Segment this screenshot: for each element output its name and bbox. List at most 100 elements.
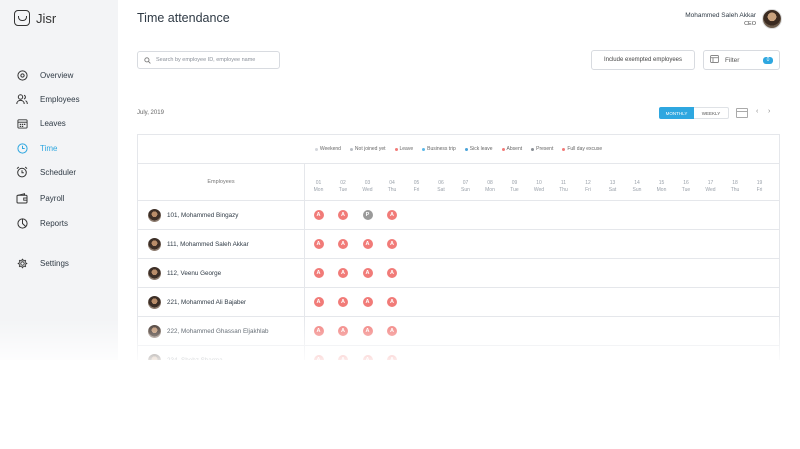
table-row[interactable]: 221, Mohammed Ali Bajaber A A A A bbox=[138, 288, 779, 317]
legend-item: Present bbox=[531, 146, 553, 152]
attendance-badge[interactable]: A bbox=[313, 297, 324, 307]
day-header: 10 Wed bbox=[528, 180, 551, 193]
attendance-badge[interactable]: A bbox=[362, 268, 373, 278]
employee-cell[interactable]: 221, Mohammed Ali Bajaber bbox=[138, 288, 305, 316]
days-header: 01 Mon 02 Tue 03 Wed 04 Thu 05 Fri 06 Sat 07 Sun 08 Mon… bbox=[305, 164, 779, 201]
sidebar-item-overview[interactable]: Overview bbox=[16, 69, 73, 81]
table-row[interactable]: 112, Veenu George A A A A bbox=[138, 259, 779, 288]
employee-name: 101, Mohammed Bingazy bbox=[167, 211, 239, 219]
next-arrow-icon[interactable]: › bbox=[768, 108, 770, 115]
include-exempted-button[interactable]: Include exempted employees bbox=[591, 50, 695, 70]
legend-dot-icon bbox=[531, 147, 535, 151]
attendance-badge[interactable]: P bbox=[362, 210, 373, 220]
view-toggle: MONTHLY WEEKLY bbox=[659, 107, 729, 119]
sidebar-item-time[interactable]: Time bbox=[16, 142, 57, 154]
attendance-badge[interactable]: A bbox=[387, 297, 397, 307]
attendance-badge[interactable]: A bbox=[362, 297, 373, 307]
day-of-week: Sat bbox=[608, 186, 617, 193]
legend-dot-icon bbox=[314, 147, 318, 151]
legend-label: Weekend bbox=[319, 146, 341, 152]
attendance-badge[interactable]: A bbox=[387, 268, 397, 278]
user-info: Mohammed Saleh Akkar CEO bbox=[685, 12, 756, 27]
legend-dot-icon bbox=[349, 147, 353, 151]
attendance-badge[interactable]: A bbox=[362, 239, 373, 249]
legend-item: Weekend bbox=[314, 146, 341, 152]
attendance-badge[interactable]: A bbox=[313, 210, 324, 220]
day-of-week: Mon bbox=[313, 186, 324, 193]
period-label: July, 2019 bbox=[137, 110, 164, 116]
filter-label: Filter bbox=[725, 56, 740, 64]
sidebar-item-scheduler[interactable]: Scheduler bbox=[16, 166, 76, 178]
sidebar-item-label: Overview bbox=[40, 70, 74, 80]
brand[interactable]: Jisr bbox=[14, 10, 56, 26]
avatar bbox=[148, 266, 161, 280]
attendance-badge[interactable]: A bbox=[338, 239, 348, 249]
attendance-badge[interactable]: A bbox=[338, 268, 348, 278]
day-of-week: Mon bbox=[485, 186, 495, 193]
day-header: 07 Sun bbox=[454, 180, 477, 193]
attendance-badge[interactable]: A bbox=[387, 210, 397, 220]
day-of-week: Wed bbox=[362, 186, 373, 193]
day-header: 08 Mon bbox=[479, 180, 502, 193]
day-of-week: Tue bbox=[681, 186, 691, 193]
search-box[interactable] bbox=[137, 51, 280, 69]
wallet-icon bbox=[16, 192, 28, 204]
legend-dot-icon bbox=[422, 147, 426, 151]
user-role: CEO bbox=[744, 20, 756, 27]
day-of-week: Wed bbox=[705, 186, 716, 193]
user-menu[interactable]: Mohammed Saleh Akkar CEO bbox=[685, 9, 782, 29]
employee-name: 221, Mohammed Ali Bajaber bbox=[167, 298, 247, 306]
sidebar-item-leaves[interactable]: Leaves bbox=[16, 117, 66, 129]
day-of-week: Fri bbox=[585, 186, 591, 193]
legend-item: Leave bbox=[394, 146, 414, 152]
day-header: 19 Fri bbox=[748, 180, 771, 193]
attendance-badge[interactable]: A bbox=[338, 297, 348, 307]
employees-column-header: Employees bbox=[138, 164, 305, 201]
day-header: 15 Mon bbox=[650, 180, 673, 193]
sidebar-item-settings[interactable]: Settings bbox=[16, 257, 69, 269]
sidebar-item-employees[interactable]: Employees bbox=[16, 93, 80, 105]
day-header: 01 Mon bbox=[307, 180, 330, 193]
attendance-badge[interactable]: A bbox=[313, 239, 324, 249]
calendar-picker-icon[interactable] bbox=[736, 108, 748, 118]
search-input[interactable] bbox=[156, 57, 274, 63]
day-header: 04 Thu bbox=[381, 180, 404, 193]
legend-label: Leave bbox=[399, 146, 414, 152]
day-header: 14 Sun bbox=[626, 180, 649, 193]
avatar[interactable] bbox=[762, 9, 782, 29]
employee-cell[interactable]: 112, Veenu George bbox=[138, 259, 305, 287]
filter-button[interactable]: Filter 0 bbox=[703, 50, 780, 70]
calendar-icon bbox=[16, 117, 28, 129]
day-header: 06 Sat bbox=[430, 180, 453, 193]
table-row[interactable]: 111, Mohammed Saleh Akkar A A A A bbox=[138, 230, 779, 259]
day-of-week: Sun bbox=[461, 186, 470, 193]
table-row[interactable]: 101, Mohammed Bingazy A A P A bbox=[138, 201, 779, 230]
legend: Weekend Not joined yet Leave Business trip S… bbox=[138, 135, 779, 164]
attendance-badge[interactable]: A bbox=[313, 268, 324, 278]
legend-label: Business trip bbox=[427, 146, 456, 152]
day-of-week: Fri bbox=[756, 186, 763, 193]
employee-cell[interactable]: 101, Mohammed Bingazy bbox=[138, 201, 305, 229]
jisr-logo-icon bbox=[14, 10, 30, 26]
prev-arrow-icon[interactable]: ‹ bbox=[756, 108, 758, 115]
employee-cell[interactable]: 111, Mohammed Saleh Akkar bbox=[138, 230, 305, 258]
sidebar-item-label: Employees bbox=[40, 94, 80, 104]
sidebar-item-payroll[interactable]: Payroll bbox=[16, 192, 64, 204]
legend-dot-icon bbox=[562, 147, 566, 151]
day-header: 12 Fri bbox=[577, 180, 600, 193]
legend-label: Sick leave bbox=[469, 146, 493, 152]
legend-item: Business trip bbox=[422, 146, 456, 152]
monthly-tab[interactable]: MONTHLY bbox=[659, 107, 694, 119]
day-header: 02 Tue bbox=[332, 180, 355, 193]
attendance-badge[interactable]: A bbox=[338, 210, 348, 220]
weekly-tab[interactable]: WEEKLY bbox=[694, 107, 729, 119]
avatar bbox=[148, 237, 161, 251]
sidebar-item-label: Reports bbox=[40, 218, 69, 228]
filter-count-badge: 0 bbox=[763, 57, 773, 64]
filter-icon bbox=[710, 55, 719, 65]
day-of-week: Sun bbox=[632, 186, 642, 193]
day-header: 17 Wed bbox=[699, 180, 722, 193]
attendance-badge[interactable]: A bbox=[387, 239, 397, 249]
sidebar-item-reports[interactable]: Reports bbox=[16, 217, 68, 229]
sidebar-item-label: Scheduler bbox=[40, 167, 77, 177]
